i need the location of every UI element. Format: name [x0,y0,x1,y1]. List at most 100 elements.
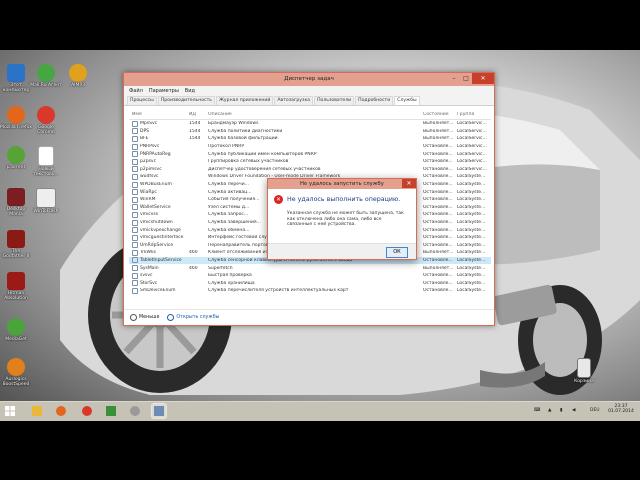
ok-button[interactable]: ОК [386,247,408,258]
taskbar-firefox[interactable] [54,404,68,418]
clock[interactable]: 23:37 01.07.2014 [606,404,636,414]
column-header-status[interactable]: Состояние [423,112,457,117]
tab-app-history[interactable]: Журнал приложений [215,96,274,105]
desktop-icon-firefox[interactable]: Mozilla Firefox [0,106,32,130]
service-name-text: PNRPAutoReg [140,151,171,157]
desktop-icon-recycle-bin[interactable]: Корзина [568,358,600,384]
service-gear-icon [132,143,138,150]
close-button[interactable]: ✕ [472,73,494,84]
service-gear-icon [132,287,138,294]
column-header-name[interactable]: Имя [129,112,189,117]
service-group: LocalSyste... [457,212,486,218]
mediaget-icon [7,318,25,336]
tray-expand-icon[interactable]: ▲ [548,408,551,413]
service-name-text: WinRM [140,197,156,203]
service-gear-icon [132,272,138,279]
minimize-button[interactable]: – [448,73,460,84]
service-status: Остановле... [423,273,453,279]
tab-services[interactable]: Службы [394,96,420,105]
taskbar-task-manager[interactable] [151,403,167,419]
service-status: Остановле... [423,257,453,263]
start-button[interactable] [3,404,17,418]
table-row[interactable]: PNRPsvc Протокол PNRP Остановле... LocalSer… [129,143,491,151]
fewer-details-label: Меньше [139,315,160,320]
desktop-icon-desktop-mania[interactable]: Desktop Mania [0,188,32,217]
service-name-text: vmicshutdown [140,220,173,226]
desktop-icon-text-file[interactable]: Новый текстово... [30,146,62,177]
service-description: Superfetch [208,265,233,271]
menu-view[interactable]: Вид [185,88,195,94]
error-icon: ✕ [274,195,283,204]
desktop-icon-mail-agent[interactable]: Mail.Ru Агент [30,64,62,88]
service-pid: 1544 [189,136,201,142]
network-icon[interactable]: ▮ [560,408,562,413]
menu-file[interactable]: Файл [129,88,143,94]
table-row[interactable]: p2psvc Группировка сетевых участников Оста… [129,158,491,166]
service-pid: 1544 [189,121,201,127]
chrome-icon [82,406,92,416]
tab-performance[interactable]: Производительность [157,96,215,105]
table-row[interactable]: MpsSvc 1544 Брандмауэр Windows Выполняет...… [129,120,491,128]
error-dialog-heading: Не удалось выполнить операцию. [287,196,401,203]
service-group: LocalServic... [457,128,487,134]
error-dialog-titlebar[interactable]: Не удалось запустить службу ✕ [268,179,416,189]
folder-icon [32,406,42,416]
table-row[interactable]: SmDeviceEnum Служба перечислителя устройс… [129,287,491,295]
table-row[interactable]: BFE 1544 Служба базовой фильтрации Выполняе… [129,135,491,143]
table-row[interactable]: SysMain 460 Superfetch Выполняет... LocalSys… [129,264,491,272]
service-description: Служба хранилища [208,280,255,286]
service-gear-icon [132,166,138,173]
desktop-icon-chrome[interactable]: Google Chrome [30,106,62,135]
service-gear-icon [132,242,138,249]
tab-details[interactable]: Подробности [355,96,394,105]
tab-startup[interactable]: Автозагрузка [274,96,314,105]
service-gear-icon [132,189,138,196]
desktop-icon-hitman[interactable]: Hitman Absolution [0,272,32,301]
desktop-icon-aimp[interactable]: AIMP3 [62,64,94,88]
desktop-icon-godfather[interactable]: The Godfather II [0,230,32,259]
language-indicator[interactable]: DEU [590,408,600,413]
table-row[interactable]: PNRPAutoReg Служба публикации имен компью… [129,150,491,158]
keyboard-icon[interactable]: ⌨ [534,408,541,413]
error-dialog-close-button[interactable]: ✕ [402,179,416,188]
desktop-icon-auslogics[interactable]: Auslogics BoostSpeed [0,358,32,387]
service-name-text: UmRdpService [140,242,174,248]
column-header-pid[interactable]: ИД [189,112,208,117]
table-row[interactable]: p2pimsvc Диспетчер удостоверения сетевых … [129,166,491,174]
service-name-text: WalletService [140,204,171,210]
error-dialog-title: Не удалось запустить службу [300,181,384,187]
table-row[interactable]: svsvc Быстрая проверка Остановле... LocalSy… [129,272,491,280]
tab-users[interactable]: Пользователи [314,96,355,105]
menu-bar: Файл Параметры Вид [124,86,494,95]
desktop-icon-mediaget[interactable]: MediaGet [0,318,32,342]
table-row[interactable]: StorSvc Служба хранилища Остановле... Local… [129,279,491,287]
table-row[interactable]: DPS 1544 Служба политики диагностики Выполн… [129,128,491,136]
service-name: MpsSvc [129,120,189,127]
fewer-details-button[interactable]: Меньше [130,314,159,321]
maximize-button[interactable]: □ [460,73,472,84]
open-services-label: Открыть службы [176,315,220,320]
service-gear-icon [132,135,138,142]
desktop-icon-this-pc[interactable]: Этот компьютер [0,64,32,93]
desktop-icon-utorrent[interactable]: µTorrent [0,146,32,170]
taskbar-store[interactable] [104,404,118,418]
column-header-group[interactable]: Группа [457,112,487,117]
volume-icon[interactable]: ◀ [572,408,575,413]
service-group: LocalSyste... [457,182,486,188]
service-gear-icon [132,158,138,165]
recycle-bin-icon [577,358,591,378]
desktop-icon-wintoflash[interactable]: WinToFlash [30,188,62,214]
taskbar-settings[interactable] [128,404,142,418]
service-status: Выполняет... [423,121,454,127]
task-manager-titlebar[interactable]: Диспетчер задач – □ ✕ [124,73,494,86]
taskbar-chrome[interactable] [80,404,94,418]
service-name-text: wudfsvc [140,174,159,180]
open-services-link[interactable]: Открыть службы [167,314,219,321]
service-group: LocalSyste... [457,174,486,180]
tab-processes[interactable]: Процессы [127,96,157,105]
service-name-text: svsvc [140,273,153,279]
taskbar-file-explorer[interactable] [30,404,44,418]
service-gear-icon [132,151,138,158]
menu-options[interactable]: Параметры [149,88,179,94]
column-header-description[interactable]: Описание [208,112,423,117]
